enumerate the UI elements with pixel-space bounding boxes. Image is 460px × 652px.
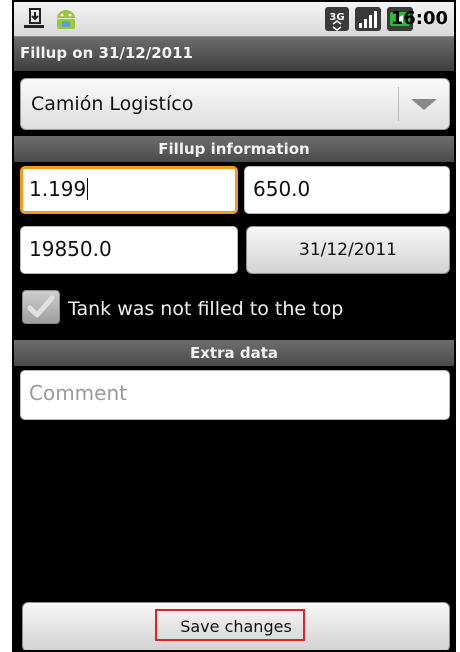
odometer-value: 19850.0 — [29, 237, 112, 261]
usb-debug-icon — [22, 7, 48, 35]
network-3g-icon: 3G — [324, 6, 350, 36]
phone-screen: 3G 16:00 Fillup on 31/12/2011 Camión Log… — [12, 0, 456, 652]
odometer-field[interactable]: 19850.0 — [20, 226, 238, 274]
comment-placeholder: Comment — [29, 381, 127, 405]
chevron-down-icon — [411, 99, 437, 110]
vehicle-spinner[interactable]: Camión Logistíco — [20, 78, 450, 130]
page-title: Fillup on 31/12/2011 — [20, 44, 193, 62]
price-value: 1.199 — [29, 177, 87, 201]
text-caret — [87, 178, 89, 200]
title-bar: Fillup on 31/12/2011 — [14, 36, 454, 71]
volume-value: 650.0 — [253, 177, 311, 201]
checkmark-icon — [27, 295, 55, 318]
section-header-fillup-information: Fillup information — [14, 136, 454, 162]
status-bar: 3G 16:00 — [14, 2, 454, 37]
date-button[interactable]: 31/12/2011 — [246, 226, 450, 274]
vehicle-spinner-value: Camión Logistíco — [31, 93, 194, 115]
signal-icon — [354, 6, 382, 36]
volume-field[interactable]: 650.0 — [244, 166, 450, 214]
spinner-divider — [398, 87, 399, 121]
price-field[interactable]: 1.199 — [20, 166, 238, 214]
comment-field[interactable]: Comment — [20, 370, 450, 420]
partial-fill-label: Tank was not filled to the top — [68, 298, 344, 320]
section-header-extra-data: Extra data — [14, 340, 454, 366]
status-time: 16:00 — [390, 8, 448, 29]
android-icon — [52, 7, 80, 37]
save-highlight-box — [155, 609, 305, 641]
partial-fill-checkbox[interactable] — [22, 290, 60, 324]
